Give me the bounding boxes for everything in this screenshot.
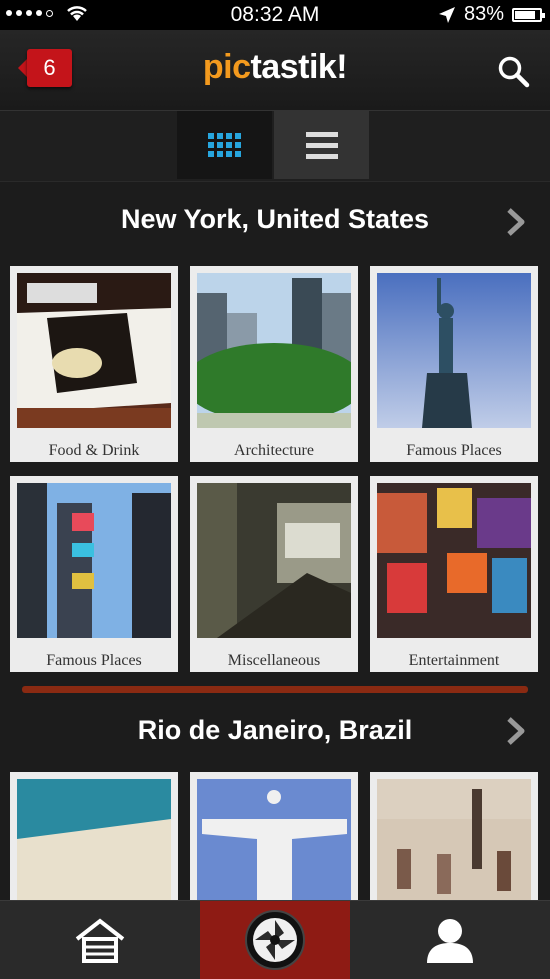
logo-pic: pic bbox=[202, 48, 251, 86]
app-logo: pictastik! bbox=[0, 48, 550, 87]
photo-subway bbox=[197, 483, 351, 638]
home-icon bbox=[75, 918, 125, 963]
tab-camera[interactable] bbox=[200, 901, 350, 979]
view-toggle bbox=[0, 110, 550, 182]
list-view-icon bbox=[305, 131, 338, 159]
section-divider bbox=[22, 686, 528, 693]
photo-food bbox=[17, 273, 171, 428]
category-label: Entertainment bbox=[408, 652, 500, 669]
grid-view-button[interactable] bbox=[177, 111, 272, 179]
search-icon[interactable] bbox=[496, 54, 530, 88]
battery-percent: 83% bbox=[463, 3, 504, 25]
tab-profile[interactable] bbox=[350, 901, 550, 979]
location-arrow-icon bbox=[438, 6, 455, 23]
category-tile[interactable]: Architecture bbox=[184, 266, 364, 462]
photo-times-square bbox=[17, 483, 171, 638]
category-tile[interactable]: Entertainment bbox=[370, 476, 538, 672]
category-label: Miscellaneous bbox=[227, 652, 321, 669]
section-title: Rio de Janeiro, Brazil bbox=[137, 715, 413, 745]
photo-entertainment bbox=[377, 483, 531, 638]
category-tile[interactable]: Famous Places bbox=[10, 476, 178, 672]
section-title: New York, United States bbox=[120, 204, 430, 234]
category-tile[interactable]: Miscellaneous bbox=[190, 476, 358, 672]
category-label: Food & Drink bbox=[48, 442, 140, 459]
battery-icon bbox=[512, 7, 545, 22]
grid-view-icon bbox=[208, 133, 241, 157]
category-label: Architecture bbox=[234, 442, 314, 459]
chevron-right-icon[interactable] bbox=[504, 716, 528, 746]
category-label: Famous Places bbox=[46, 652, 142, 669]
list-view-button[interactable] bbox=[274, 111, 369, 179]
chevron-right-icon[interactable] bbox=[504, 207, 528, 237]
category-label: Famous Places bbox=[406, 442, 502, 459]
nav-bar: 6 pictastik! bbox=[0, 30, 550, 110]
tab-home[interactable] bbox=[0, 901, 200, 979]
tab-bar bbox=[0, 900, 550, 979]
camera-lens-icon bbox=[245, 910, 305, 970]
category-tile[interactable]: Famous Places bbox=[370, 266, 538, 462]
logo-rest: tastik! bbox=[250, 48, 348, 86]
profile-icon bbox=[427, 919, 473, 963]
photo-architecture bbox=[184, 273, 364, 428]
status-bar: 08:32 AM 83% bbox=[0, 0, 550, 30]
category-tile[interactable]: Food & Drink bbox=[10, 266, 178, 462]
photo-statue-of-liberty bbox=[377, 273, 531, 428]
